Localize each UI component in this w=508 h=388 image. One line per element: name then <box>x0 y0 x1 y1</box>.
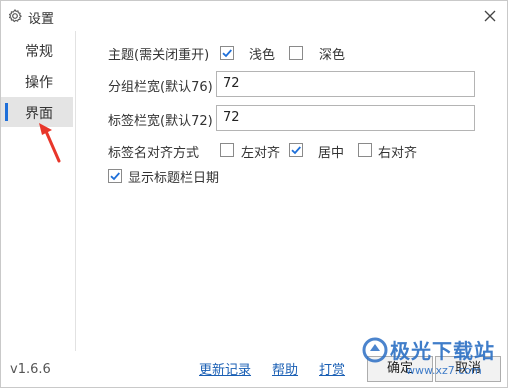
sidebar-item-label: 操作 <box>25 75 53 91</box>
show-date-checkbox[interactable] <box>108 169 122 183</box>
settings-window: 设置 常规 操作 界面 主题(需关闭重开) 浅色 深色 分组栏宽(默认76) 7… <box>0 0 508 388</box>
check-icon <box>222 49 232 58</box>
check-icon <box>291 146 301 155</box>
active-indicator <box>5 103 8 121</box>
tab-width-input[interactable]: 72 <box>216 105 475 131</box>
sidebar-item-operation[interactable]: 操作 <box>1 66 73 96</box>
theme-light-checkbox[interactable] <box>220 46 234 60</box>
align-left-checkbox[interactable] <box>220 143 234 157</box>
watermark: 极光下载站 www.xz7.com <box>356 335 506 387</box>
align-center-label: 居中 <box>318 146 345 161</box>
sidebar-item-label: 常规 <box>25 44 53 60</box>
close-button[interactable] <box>479 5 501 27</box>
align-left-label: 左对齐 <box>241 146 281 161</box>
theme-dark-label: 深色 <box>319 48 346 63</box>
sidebar-item-label: 界面 <box>25 106 53 122</box>
donate-link[interactable]: 打赏 <box>319 359 345 378</box>
tab-width-label: 标签栏宽(默认72) <box>108 114 213 129</box>
theme-light-label: 浅色 <box>249 48 276 63</box>
group-width-label: 分组栏宽(默认76) <box>108 80 213 95</box>
check-icon <box>110 172 120 181</box>
align-right-checkbox[interactable] <box>358 143 372 157</box>
title-bar: 设置 <box>1 1 507 31</box>
align-right-label: 右对齐 <box>378 146 418 161</box>
sidebar-item-general[interactable]: 常规 <box>1 35 73 65</box>
watermark-text: 极光下载站 <box>390 339 495 363</box>
version-text: v1.6.6 <box>10 362 51 377</box>
annotation-arrow-icon <box>39 123 61 163</box>
watermark-logo-icon <box>362 337 388 363</box>
sidebar-divider <box>75 31 76 351</box>
theme-label: 主题(需关闭重开) <box>108 48 210 63</box>
show-date-label: 显示标题栏日期 <box>128 171 220 186</box>
watermark-url: www.xz7.com <box>406 364 482 377</box>
tab-align-label: 标签名对齐方式 <box>108 146 200 161</box>
close-icon <box>484 10 496 22</box>
window-title: 设置 <box>28 12 55 27</box>
align-center-checkbox[interactable] <box>289 143 303 157</box>
group-width-input[interactable]: 72 <box>216 71 475 97</box>
changelog-link[interactable]: 更新记录 <box>199 359 251 378</box>
gear-icon <box>8 9 22 23</box>
help-link[interactable]: 帮助 <box>272 359 298 378</box>
theme-dark-checkbox[interactable] <box>289 46 303 60</box>
